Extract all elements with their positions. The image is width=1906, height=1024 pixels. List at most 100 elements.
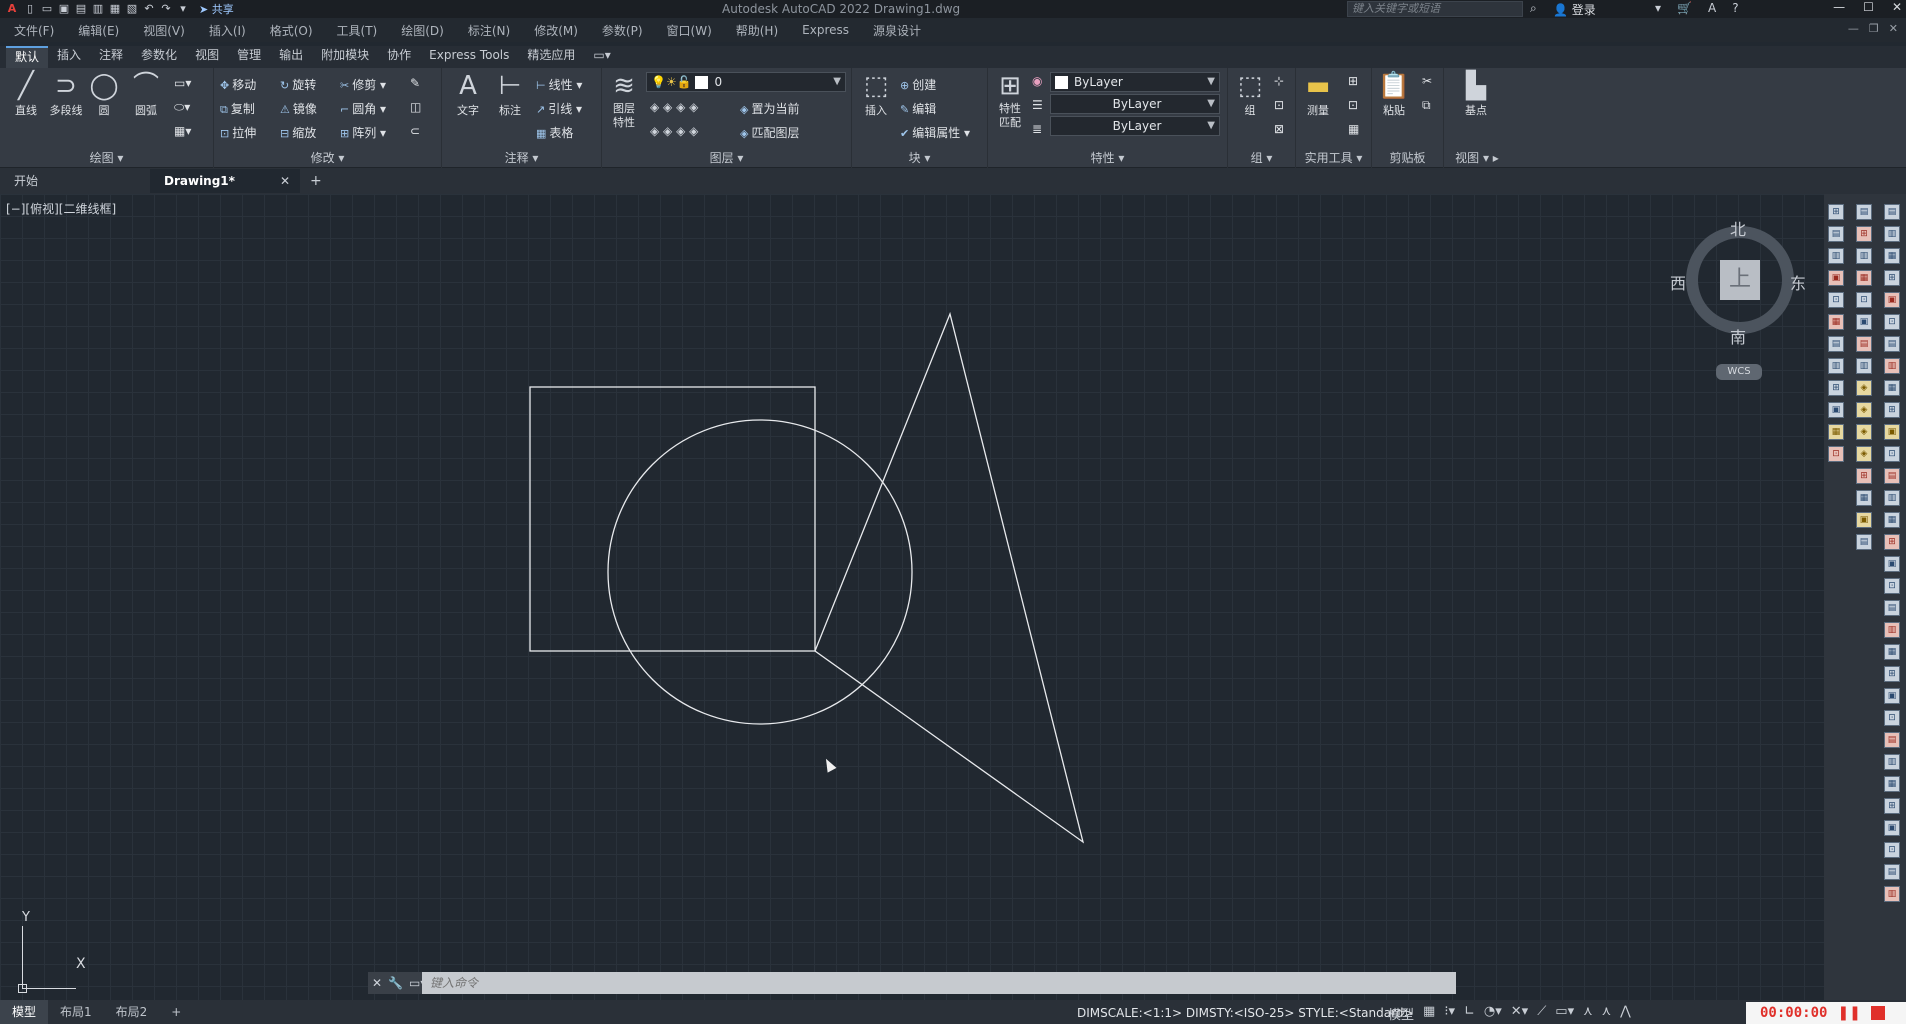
array-button[interactable]: ⊞ 阵列 ▾ [340,124,386,141]
palette-tool-icon[interactable]: ⊞ [1884,798,1900,814]
palette-tool-icon[interactable]: ▣ [1884,688,1900,704]
palette-tool-icon[interactable]: ▣ [1884,556,1900,572]
tab-home[interactable]: 默认 [6,46,49,68]
arc-button[interactable]: ⌒ 圆弧 [124,70,168,118]
compass-south[interactable]: 南 [1730,324,1746,348]
menu-help[interactable]: 帮助(H) [736,22,778,39]
palette-tool-icon[interactable]: ⊡ [1884,710,1900,726]
match-properties-button[interactable]: ⊞ 特性 匹配 [988,70,1032,130]
linetype-dropdown[interactable]: ByLayer ▼ [1050,94,1220,114]
palette-tool-icon[interactable]: ▥ [1884,754,1900,770]
menu-express[interactable]: Express [802,23,849,37]
palette-tool-icon[interactable]: ⊡ [1884,578,1900,594]
insert-block-button[interactable]: ⬚ 插入 [854,70,898,118]
layer-dropdown[interactable]: 💡☀🔓 0 ▼ [646,72,846,92]
maximize-icon[interactable]: ☐ [1863,0,1874,14]
menu-view[interactable]: 视图(V) [143,22,185,39]
compass-west[interactable]: 西 [1670,270,1686,294]
palette-tool-icon[interactable]: ▥ [1828,358,1844,374]
help-icon[interactable]: ? [1732,1,1738,15]
offset-icon[interactable]: ⊂ [410,124,420,138]
tab-collaborate[interactable]: 协作 [378,46,420,68]
rectangle-icon[interactable]: ▭▾ [174,76,191,90]
pause-icon[interactable]: ❚❚ [1837,1005,1860,1021]
layer-tool-icons-row2[interactable]: ◈ ◈ ◈ ◈ [650,124,698,138]
move-button[interactable]: ✥ 移动 [220,76,256,93]
palette-tool-icon[interactable]: ▦ [1884,776,1900,792]
palette-tool-icon[interactable]: ⊞ [1884,270,1900,286]
palette-tool-icon[interactable]: ◈ [1856,446,1872,462]
cart-icon[interactable]: 🛒 [1677,1,1692,15]
tab-drawing1[interactable]: Drawing1* ✕ [150,169,300,193]
palette-tool-icon[interactable]: ▤ [1884,600,1900,616]
palette-tool-icon[interactable]: ▥ [1884,886,1900,902]
workspace-icon[interactable]: ⋀ [1620,1004,1631,1023]
palette-tool-icon[interactable]: ▣ [1884,424,1900,440]
palette-tool-icon[interactable]: ▦ [1828,314,1844,330]
menu-modify[interactable]: 修改(M) [534,22,578,39]
erase-icon[interactable]: ✎ [410,76,420,90]
panel-utilities-title[interactable]: 实用工具 ▾ [1296,149,1371,166]
customize-qat-icon[interactable]: ▾ [176,3,190,15]
id-point-icon[interactable]: ⊡ [1348,98,1358,112]
fillet-button[interactable]: ⌐ 圆角 ▾ [340,100,386,117]
tab-view[interactable]: 视图 [186,46,228,68]
ellipse-icon[interactable]: ⬭▾ [174,100,190,115]
wcs-menu-button[interactable]: WCS [1716,364,1762,380]
tab-insert[interactable]: 插入 [48,46,90,68]
panel-view-title[interactable]: 视图 ▾ ▸ [1444,149,1510,166]
panel-block-title[interactable]: 块 ▾ [852,149,987,166]
compass-north[interactable]: 北 [1730,216,1746,240]
color-dropdown[interactable]: ByLayer ▼ [1050,72,1220,92]
menu-insert[interactable]: 插入(I) [209,22,246,39]
menu-yuanquan[interactable]: 源泉设计 [873,22,921,39]
save-web-icon[interactable]: ▦ [108,3,122,15]
cut-icon[interactable]: ✂ [1422,74,1432,88]
create-block-button[interactable]: ⊕ 创建 [900,76,936,93]
panel-modify-title[interactable]: 修改 ▾ [214,149,441,166]
palette-tool-icon[interactable]: ▣ [1884,292,1900,308]
palette-tool-icon[interactable]: ⊞ [1856,226,1872,242]
menu-parametric[interactable]: 参数(P) [602,22,643,39]
triangle-shape[interactable] [814,311,1085,844]
doc-minimize-icon[interactable]: — [1848,22,1859,35]
palette-tool-icon[interactable]: ⊞ [1884,534,1900,550]
explode-icon[interactable]: ◫ [410,100,421,114]
dimension-button[interactable]: ⊢ 标注 [488,70,532,118]
color-wheel-icon[interactable]: ◉ [1032,74,1042,88]
group-edit-icon[interactable]: ⊡ [1274,98,1284,112]
save-as-icon[interactable]: ▤ [74,3,88,15]
set-current-button[interactable]: ◈ 置为当前 [740,100,799,117]
palette-tool-icon[interactable]: ⊞ [1828,380,1844,396]
isometric-icon[interactable]: ⟋ [1537,1004,1546,1023]
panel-layers-title[interactable]: 图层 ▾ [602,149,851,166]
circle-button[interactable]: ◯ 圆 [82,70,126,118]
menu-draw[interactable]: 绘图(D) [401,22,444,39]
viewcube[interactable]: 上 北 南 西 东 [1670,216,1806,347]
palette-tool-icon[interactable]: ◈ [1856,380,1872,396]
login-button[interactable]: 👤 登录 [1553,1,1596,18]
palette-tool-icon[interactable]: ◈ [1856,424,1872,440]
undo-icon[interactable]: ↶ [142,3,156,15]
palette-tool-icon[interactable]: ⊞ [1856,468,1872,484]
panel-annotation-title[interactable]: 注释 ▾ [442,149,601,166]
palette-tool-icon[interactable]: ▥ [1884,490,1900,506]
edit-block-button[interactable]: ✎ 编辑 [900,100,936,117]
copy-button[interactable]: ⧉ 复制 [220,100,255,117]
dropdown-arrow-icon[interactable]: ▾ [1655,1,1661,15]
tab-featured-apps[interactable]: 精选应用 [518,46,584,68]
a360-icon[interactable]: A [1708,1,1716,15]
command-input[interactable] [422,972,1456,994]
palette-tool-icon[interactable]: ▤ [1856,534,1872,550]
trim-button[interactable]: ✂ 修剪 ▾ [340,76,386,93]
measure-button[interactable]: ▬ 测量 [1296,70,1340,118]
palette-tool-icon[interactable]: ▦ [1884,380,1900,396]
palette-tool-icon[interactable]: ▥ [1884,622,1900,638]
palette-tool-icon[interactable]: ⊡ [1828,292,1844,308]
panel-clipboard-title[interactable]: 剪贴板 [1372,149,1443,166]
palette-tool-icon[interactable]: ▦ [1884,512,1900,528]
redo-icon[interactable]: ↷ [159,3,173,15]
palette-tool-icon[interactable]: ⊡ [1828,446,1844,462]
tab-layout1[interactable]: 布局1 [48,1000,104,1024]
menu-dimension[interactable]: 标注(N) [468,22,510,39]
